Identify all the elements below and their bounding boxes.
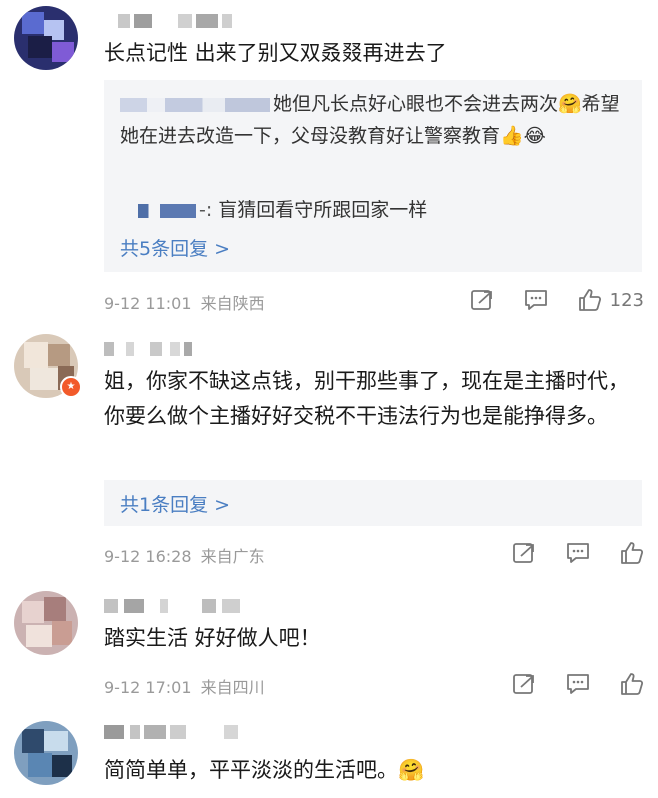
- comment-actions: [482, 669, 644, 699]
- reply-box[interactable]: 共1条回复 >: [104, 480, 642, 526]
- like-count: 123: [609, 289, 644, 311]
- like-icon: [578, 289, 601, 311]
- comment-icon: [567, 543, 589, 563]
- reply-button[interactable]: [524, 289, 548, 311]
- share-icon: [470, 290, 492, 310]
- avatar[interactable]: [14, 6, 78, 70]
- comment-3: 踏实生活 好好做人吧！ 9-12 17:01 来自四川: [0, 585, 658, 715]
- comment-text: 踏实生活 好好做人吧！: [104, 626, 321, 650]
- avatar[interactable]: [14, 591, 78, 655]
- reply-button[interactable]: [566, 542, 590, 564]
- comment-actions: 123: [440, 285, 644, 315]
- comment-time: 9-12 16:28: [104, 547, 192, 566]
- comment-meta: 9-12 16:28 来自广东: [104, 543, 265, 567]
- reply-username-masked[interactable]: [120, 97, 270, 112]
- share-button[interactable]: [512, 542, 536, 564]
- vip-badge: ★: [60, 376, 82, 398]
- comment-icon: [524, 290, 547, 310]
- comment-4: 简简单单，平平淡淡的生活吧。🤗: [0, 715, 658, 798]
- comment-meta: 9-12 11:01 来自陕西: [104, 290, 265, 314]
- comment-time: 9-12 17:01: [104, 678, 192, 697]
- reply-username-masked[interactable]: [138, 203, 196, 218]
- like-icon: [621, 542, 644, 564]
- like-button[interactable]: 123: [578, 288, 644, 312]
- comment-location: 来自广东: [200, 547, 265, 566]
- comment-text: 姐，你家不缺这点钱，别干那些事了，现在是主播时代，你要么做个主播好好交税不干违法…: [104, 369, 629, 428]
- view-all-replies-link[interactable]: 共5条回复 >: [120, 234, 230, 261]
- reply-item: -: 盲猜回看守所跟回家一样: [138, 194, 618, 226]
- avatar[interactable]: [14, 721, 78, 785]
- like-button[interactable]: [620, 541, 644, 565]
- comment-time: 9-12 11:01: [104, 294, 192, 313]
- comment-2: ★ 姐，你家不缺这点钱，别干那些事了，现在是主播时代，你要么做个主播好好交税不干…: [0, 320, 658, 585]
- like-button[interactable]: [620, 672, 644, 696]
- comment-text: 长点记性 出来了别又双叒叕再进去了: [104, 41, 447, 65]
- comment-text: 简简单单，平平淡淡的生活吧。🤗: [104, 758, 425, 782]
- view-all-replies-link[interactable]: 共1条回复 >: [120, 490, 230, 517]
- comment-1: 长点记性 出来了别又双叒叕再进去了 她但凡长点好心眼也不会进去两次🤗希望她在进去…: [0, 0, 658, 320]
- reply-item: 她但凡长点好心眼也不会进去两次🤗希望她在进去改造一下，父母没教育好让警察教育👍😂: [120, 88, 625, 152]
- like-icon: [621, 673, 644, 695]
- reply-box[interactable]: 她但凡长点好心眼也不会进去两次🤗希望她在进去改造一下，父母没教育好让警察教育👍😂…: [104, 80, 642, 272]
- reply-text: 盲猜回看守所跟回家一样: [218, 199, 428, 221]
- comment-location: 来自陕西: [200, 294, 265, 313]
- share-icon: [513, 674, 534, 694]
- share-icon: [513, 543, 534, 563]
- comment-meta: 9-12 17:01 来自四川: [104, 674, 265, 698]
- comment-location: 来自四川: [200, 678, 265, 697]
- comment-actions: [482, 538, 644, 568]
- share-button[interactable]: [512, 673, 536, 695]
- comment-icon: [567, 674, 589, 694]
- reply-button[interactable]: [566, 673, 590, 695]
- share-button[interactable]: [470, 289, 494, 311]
